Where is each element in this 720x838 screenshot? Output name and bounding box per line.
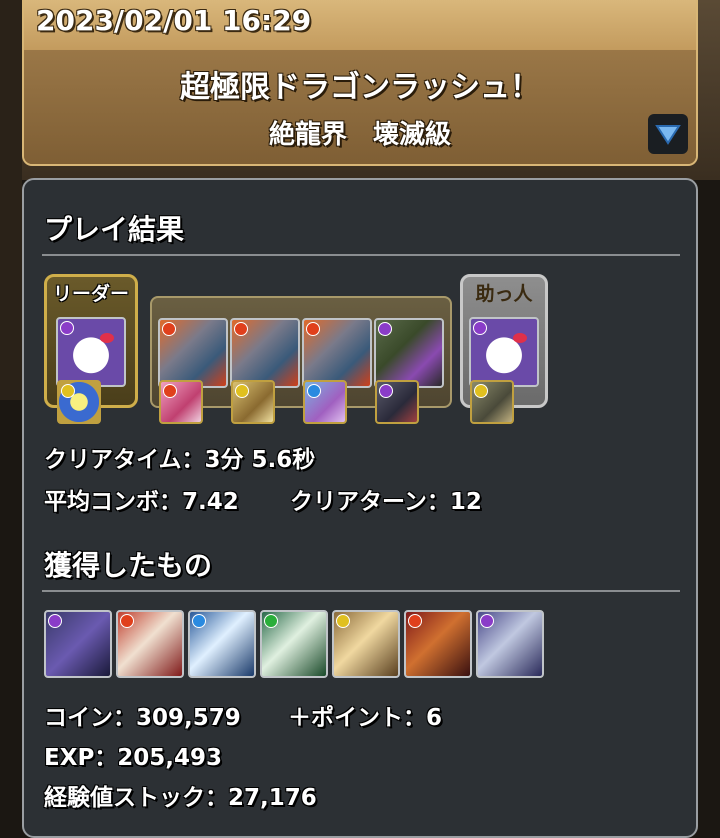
dark-attribute-icon xyxy=(378,322,392,336)
plus-point-amount: ＋ポイント：6 xyxy=(288,705,443,731)
play-datetime: 2023/02/01 16:29 xyxy=(36,4,312,37)
drop-monster-icon[interactable] xyxy=(116,610,184,678)
dark-attribute-icon xyxy=(379,384,393,398)
dungeon-name: 超極限ドラゴンラッシュ！ xyxy=(180,70,540,105)
assist-icon[interactable] xyxy=(303,380,347,424)
fire-attribute-icon xyxy=(234,322,248,336)
sub-monster-icon[interactable] xyxy=(374,318,444,388)
helper-label: 助っ人 xyxy=(475,283,533,305)
divider xyxy=(42,254,680,256)
coin-amount: コイン：309,579 xyxy=(44,705,241,731)
sub-monster-icon[interactable] xyxy=(230,318,300,388)
average-combo: 平均コンボ：7.42 xyxy=(44,489,239,515)
helper-monster-icon[interactable] xyxy=(469,317,539,387)
fire-attribute-icon xyxy=(306,322,320,336)
dark-attribute-icon xyxy=(480,614,494,628)
sub-monster-icon[interactable] xyxy=(302,318,372,388)
light-attribute-icon xyxy=(336,614,350,628)
fire-attribute-icon xyxy=(120,614,134,628)
light-attribute-icon xyxy=(61,384,75,398)
drop-monster-icon[interactable] xyxy=(44,610,112,678)
date-bar: 2023/02/01 16:29 xyxy=(24,0,696,50)
leader-label: リーダー xyxy=(52,283,129,305)
exp-stock-amount: 経験値ストック：27,176 xyxy=(44,785,317,811)
water-attribute-icon xyxy=(192,614,206,628)
obtained-title: 獲得したもの xyxy=(44,549,213,582)
sub-monster-icon[interactable] xyxy=(158,318,228,388)
expand-button[interactable] xyxy=(648,114,688,154)
drop-monster-icon[interactable] xyxy=(476,610,544,678)
clear-time: クリアタイム：3分 5.6秒 xyxy=(44,447,316,473)
drop-monster-icon[interactable] xyxy=(404,610,472,678)
divider xyxy=(42,590,680,592)
drop-monster-icon[interactable] xyxy=(332,610,400,678)
water-attribute-icon xyxy=(307,384,321,398)
assist-icon[interactable] xyxy=(470,380,514,424)
assist-icon[interactable] xyxy=(375,380,419,424)
background-side xyxy=(0,0,22,400)
fire-attribute-icon xyxy=(408,614,422,628)
drop-monster-icon[interactable] xyxy=(188,610,256,678)
assist-icon[interactable] xyxy=(159,380,203,424)
play-result-title: プレイ結果 xyxy=(44,213,185,246)
exp-amount: EXP：205,493 xyxy=(44,745,223,771)
clear-turn: クリアターン：12 xyxy=(290,489,482,515)
dark-attribute-icon xyxy=(60,321,74,335)
result-panel: プレイ結果 リーダー 助っ人 クリアタイム：3分 5.6秒 平均コンボ：7.42… xyxy=(22,178,698,838)
light-attribute-icon xyxy=(235,384,249,398)
wood-attribute-icon xyxy=(264,614,278,628)
fire-attribute-icon xyxy=(162,322,176,336)
light-attribute-icon xyxy=(474,384,488,398)
dungeon-difficulty: 絶龍界 壊滅級 xyxy=(268,120,451,150)
assist-icon[interactable] xyxy=(57,380,101,424)
triangle-down-icon xyxy=(655,125,681,145)
dark-attribute-icon xyxy=(48,614,62,628)
dungeon-header: 2023/02/01 16:29 超極限ドラゴンラッシュ！ 絶龍界 壊滅級 xyxy=(22,0,698,166)
fire-attribute-icon xyxy=(163,384,177,398)
drop-monster-icon[interactable] xyxy=(260,610,328,678)
assist-icon[interactable] xyxy=(231,380,275,424)
dark-attribute-icon xyxy=(473,321,487,335)
leader-monster-icon[interactable] xyxy=(56,317,126,387)
